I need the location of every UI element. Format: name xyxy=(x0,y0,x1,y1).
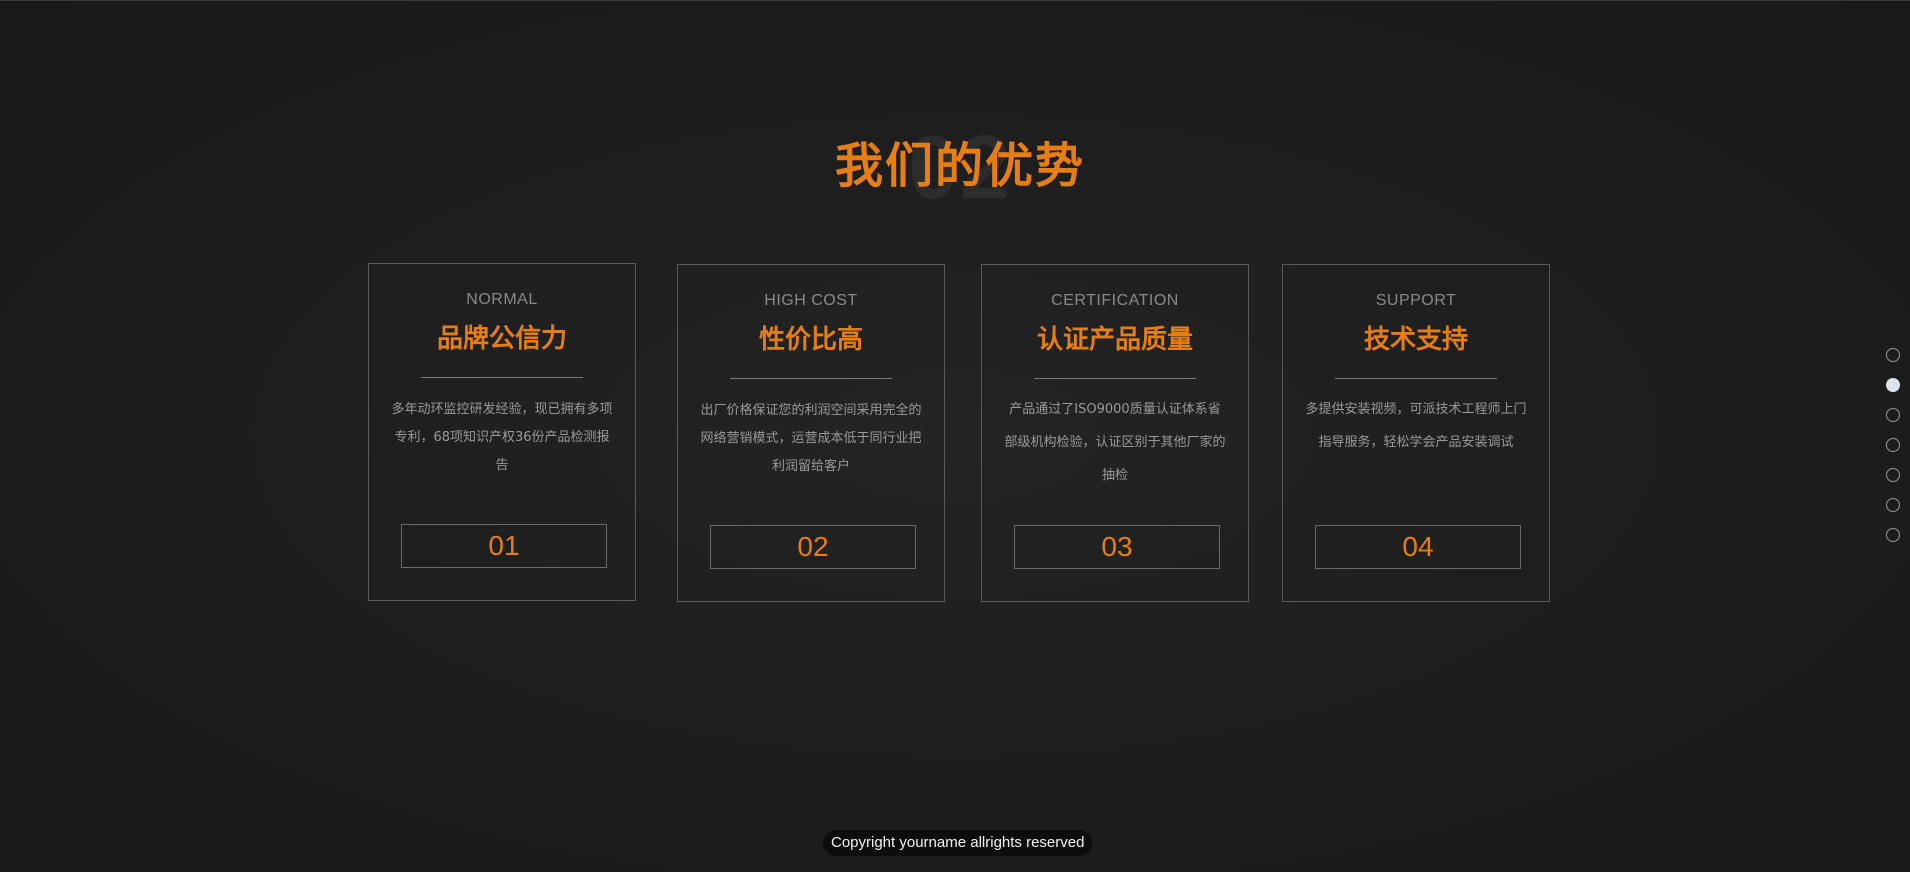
card-english-label: HIGH COST xyxy=(764,292,858,309)
page: 02 我们的优势 NORMAL 品牌公信力 多年动环监控研发经验，现已拥有多项专… xyxy=(0,0,1910,872)
card-divider xyxy=(1335,378,1497,379)
card-title: 性价比高 xyxy=(758,325,863,355)
card-number: 04 xyxy=(1315,525,1521,569)
card-description: 多提供安装视频，可派技术工程师上门指导服务，轻松学会产品安装调试 xyxy=(1305,402,1527,450)
card-title: 品牌公信力 xyxy=(436,324,567,354)
card-description: 产品通过了ISO9000质量认证体系省部级机构检验，认证区别于其他厂家的抽检 xyxy=(1004,402,1226,483)
card-title: 技术支持 xyxy=(1363,325,1468,355)
card-number: 01 xyxy=(401,524,607,568)
copyright-notice: Copyright yourname allrights reserved xyxy=(823,830,1093,856)
card-number: 03 xyxy=(1014,525,1220,569)
pagination-dot[interactable] xyxy=(1886,468,1900,482)
fullpage-pagination xyxy=(1886,348,1902,558)
card-description: 出厂价格保证您的利润空间采用完全的网络营销模式，运营成本低于同行业把利润留给客户 xyxy=(700,403,922,474)
card-divider xyxy=(1034,378,1196,379)
pagination-dot[interactable] xyxy=(1886,348,1900,362)
card-english-label: CERTIFICATION xyxy=(1051,292,1179,309)
card-number: 02 xyxy=(710,525,916,569)
advantage-card-cost: HIGH COST 性价比高 出厂价格保证您的利润空间采用完全的网络营销模式，运… xyxy=(677,264,945,602)
pagination-dot[interactable] xyxy=(1886,498,1900,512)
pagination-dot[interactable] xyxy=(1886,378,1900,392)
section-heading: 02 我们的优势 xyxy=(0,123,1910,213)
advantage-card-support: SUPPORT 技术支持 多提供安装视频，可派技术工程师上门指导服务，轻松学会产… xyxy=(1282,264,1550,602)
pagination-dot[interactable] xyxy=(1886,528,1900,542)
card-divider xyxy=(730,378,892,379)
card-description: 多年动环监控研发经验，现已拥有多项专利，68项知识产权36份产品检测报告 xyxy=(391,402,613,473)
pagination-dot[interactable] xyxy=(1886,408,1900,422)
advantage-card-brand: NORMAL 品牌公信力 多年动环监控研发经验，现已拥有多项专利，68项知识产权… xyxy=(368,263,636,601)
card-divider xyxy=(421,377,583,378)
section-title: 我们的优势 xyxy=(834,138,1085,194)
advantage-card-certification: CERTIFICATION 认证产品质量 产品通过了ISO9000质量认证体系省… xyxy=(981,264,1249,602)
pagination-dot[interactable] xyxy=(1886,438,1900,452)
card-english-label: SUPPORT xyxy=(1375,292,1457,309)
card-title: 认证产品质量 xyxy=(1036,325,1193,355)
card-english-label: NORMAL xyxy=(466,291,538,308)
top-divider xyxy=(0,0,1910,1)
